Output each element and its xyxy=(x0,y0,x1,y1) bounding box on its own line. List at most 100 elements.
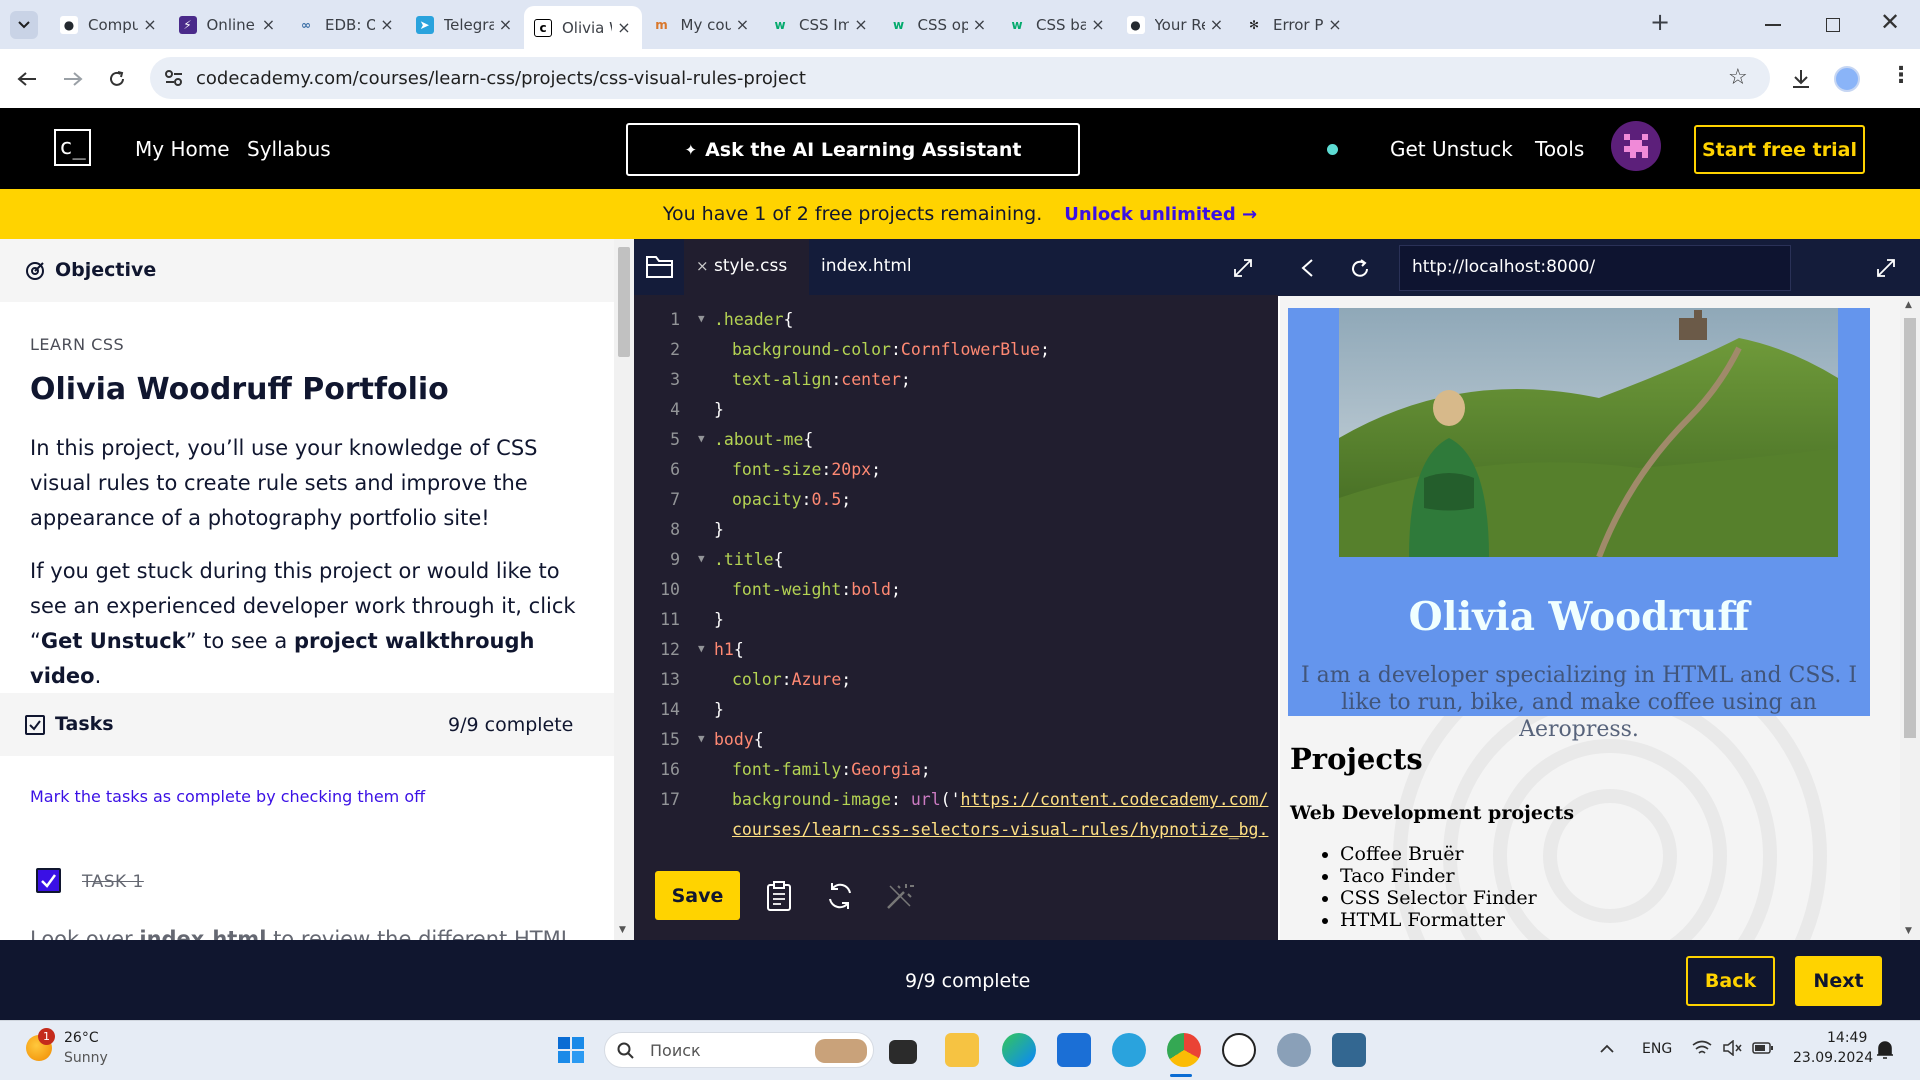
wifi-icon[interactable] xyxy=(1692,1040,1712,1056)
forward-arrow-icon[interactable] xyxy=(63,71,83,87)
fold-arrow-icon[interactable]: ▼ xyxy=(698,312,705,325)
football-app-icon[interactable] xyxy=(1222,1033,1256,1067)
restore-button[interactable] xyxy=(1826,18,1840,32)
magic-wand-icon[interactable] xyxy=(884,880,916,912)
close-tab-icon[interactable]: × xyxy=(498,17,514,33)
browser-tab[interactable]: ∞ EDB: Op× xyxy=(287,8,405,42)
fold-arrow-icon[interactable]: ▼ xyxy=(698,642,705,655)
close-tab-icon[interactable]: × xyxy=(1090,17,1106,33)
close-tab-icon[interactable]: × xyxy=(379,17,395,33)
tab-active[interactable]: c Olivia W× xyxy=(524,6,642,49)
tab-index-html[interactable]: index.html xyxy=(821,256,912,276)
close-tab-icon[interactable]: × xyxy=(972,17,988,33)
tools-link[interactable]: Tools xyxy=(1535,137,1584,161)
preview-scroll-down-icon[interactable]: ▼ xyxy=(1905,926,1912,936)
code-token: CornflowerBlue xyxy=(900,340,1040,359)
close-tab-icon[interactable]: × xyxy=(853,17,869,33)
codecademy-logo[interactable]: c_ xyxy=(54,129,91,166)
windows-start-icon[interactable] xyxy=(557,1036,585,1064)
browser-tab[interactable]: ✻ Error Pa× xyxy=(1235,8,1353,42)
expand-icon[interactable] xyxy=(1232,257,1254,279)
file-explorer-icon[interactable] xyxy=(945,1033,979,1067)
preview-refresh-icon[interactable] xyxy=(1349,258,1371,280)
browser-tab[interactable]: w CSS bac× xyxy=(998,8,1116,42)
left-scroll-thumb[interactable] xyxy=(618,247,630,357)
minimize-button[interactable] xyxy=(1765,24,1781,26)
refresh-icon[interactable] xyxy=(824,880,856,912)
language-indicator[interactable]: ENG xyxy=(1642,1041,1672,1057)
nav-my-home[interactable]: My Home xyxy=(135,137,230,161)
close-window-button[interactable]: ✕ xyxy=(1880,8,1900,36)
browser-tab[interactable]: m My cour× xyxy=(643,8,761,42)
bookmark-star-icon[interactable]: ☆ xyxy=(1728,65,1748,90)
tab-style-css[interactable]: × style.css xyxy=(684,239,809,295)
close-tab-icon[interactable]: × xyxy=(1327,17,1343,33)
telegram-taskbar-icon[interactable] xyxy=(1112,1033,1146,1067)
unlock-unlimited-link[interactable]: Unlock unlimited → xyxy=(1064,204,1257,225)
settings-app-icon[interactable] xyxy=(1277,1033,1311,1067)
preview-scroll-thumb[interactable] xyxy=(1904,318,1916,738)
line-number: 16 xyxy=(660,760,680,779)
browser-tab[interactable]: w CSS opa× xyxy=(880,8,998,42)
url-text[interactable]: codecademy.com/courses/learn-css/project… xyxy=(196,68,806,89)
code-token: : xyxy=(801,490,812,509)
code-token: url xyxy=(910,790,941,809)
notification-bell-icon[interactable] xyxy=(1876,1040,1894,1060)
fold-arrow-icon[interactable]: ▼ xyxy=(698,432,705,445)
fold-arrow-icon[interactable]: ▼ xyxy=(698,552,705,565)
site-settings-icon[interactable] xyxy=(164,69,184,87)
scroll-down-icon[interactable]: ▼ xyxy=(619,925,626,935)
browser-tab[interactable]: w CSS Ima× xyxy=(761,8,879,42)
postgres-icon[interactable] xyxy=(1332,1033,1366,1067)
tab-search-button[interactable] xyxy=(10,11,38,39)
chrome-icon[interactable] xyxy=(1167,1033,1201,1067)
edge-icon[interactable] xyxy=(1002,1033,1036,1067)
profile-avatar[interactable] xyxy=(1834,66,1860,92)
preview-scrollbar[interactable]: ▲ ▼ xyxy=(1900,296,1920,940)
nav-syllabus[interactable]: Syllabus xyxy=(247,137,331,161)
download-icon[interactable] xyxy=(1790,68,1812,90)
folder-icon[interactable] xyxy=(645,253,675,279)
objective-header[interactable]: Objective xyxy=(0,239,614,302)
fold-arrow-icon[interactable]: ▼ xyxy=(698,732,705,745)
new-tab-button[interactable]: + xyxy=(1650,8,1670,36)
clipboard-icon[interactable] xyxy=(763,880,795,912)
preview-scroll-up-icon[interactable]: ▲ xyxy=(1905,300,1912,310)
speaker-muted-icon[interactable] xyxy=(1722,1040,1742,1056)
user-avatar[interactable] xyxy=(1611,121,1661,171)
clock-time[interactable]: 14:49 xyxy=(1827,1030,1867,1046)
browser-tab[interactable]: ⚡ Online F× xyxy=(169,8,287,42)
store-icon[interactable] xyxy=(1057,1033,1091,1067)
battery-icon[interactable] xyxy=(1752,1042,1774,1054)
ask-ai-button[interactable]: ✦ Ask the AI Learning Assistant xyxy=(626,123,1080,176)
preview-url-field[interactable]: http://localhost:8000/ xyxy=(1399,245,1791,291)
taskbar-search[interactable]: Поиск xyxy=(604,1032,874,1068)
next-button[interactable]: Next xyxy=(1795,956,1882,1006)
close-tab-icon[interactable]: × xyxy=(261,17,277,33)
browser-menu-icon[interactable]: ⋮ xyxy=(1890,63,1912,88)
browser-tab[interactable]: ➤ Telegran× xyxy=(406,8,524,42)
get-unstuck-link[interactable]: Get Unstuck xyxy=(1390,137,1513,161)
close-tab-icon[interactable]: × xyxy=(696,257,709,275)
browser-tab[interactable]: ● Your Re× xyxy=(1117,8,1235,42)
task-view-icon[interactable] xyxy=(889,1040,917,1064)
back-arrow-icon[interactable] xyxy=(17,71,37,87)
weather-temp[interactable]: 26°C xyxy=(64,1030,99,1046)
left-scrollbar[interactable]: ▼ xyxy=(614,239,634,940)
tray-chevron-up-icon[interactable] xyxy=(1600,1044,1614,1054)
task1-checkbox[interactable] xyxy=(36,868,61,893)
save-button[interactable]: Save xyxy=(655,871,740,920)
close-tab-icon[interactable]: × xyxy=(142,17,158,33)
code-token: ; xyxy=(900,370,911,389)
back-button[interactable]: Back xyxy=(1686,956,1775,1006)
clock-date[interactable]: 23.09.2024 xyxy=(1793,1050,1873,1066)
preview-back-icon[interactable] xyxy=(1300,258,1314,278)
browser-tab[interactable]: ● Comput× xyxy=(50,8,168,42)
reload-icon[interactable] xyxy=(107,69,127,89)
start-free-trial-button[interactable]: Start free trial xyxy=(1694,125,1865,174)
close-tab-icon[interactable]: × xyxy=(616,19,632,36)
tasks-header[interactable]: Tasks 9/9 complete xyxy=(0,693,614,756)
close-tab-icon[interactable]: × xyxy=(1209,17,1225,33)
close-tab-icon[interactable]: × xyxy=(735,17,751,33)
preview-expand-icon[interactable] xyxy=(1875,257,1897,279)
